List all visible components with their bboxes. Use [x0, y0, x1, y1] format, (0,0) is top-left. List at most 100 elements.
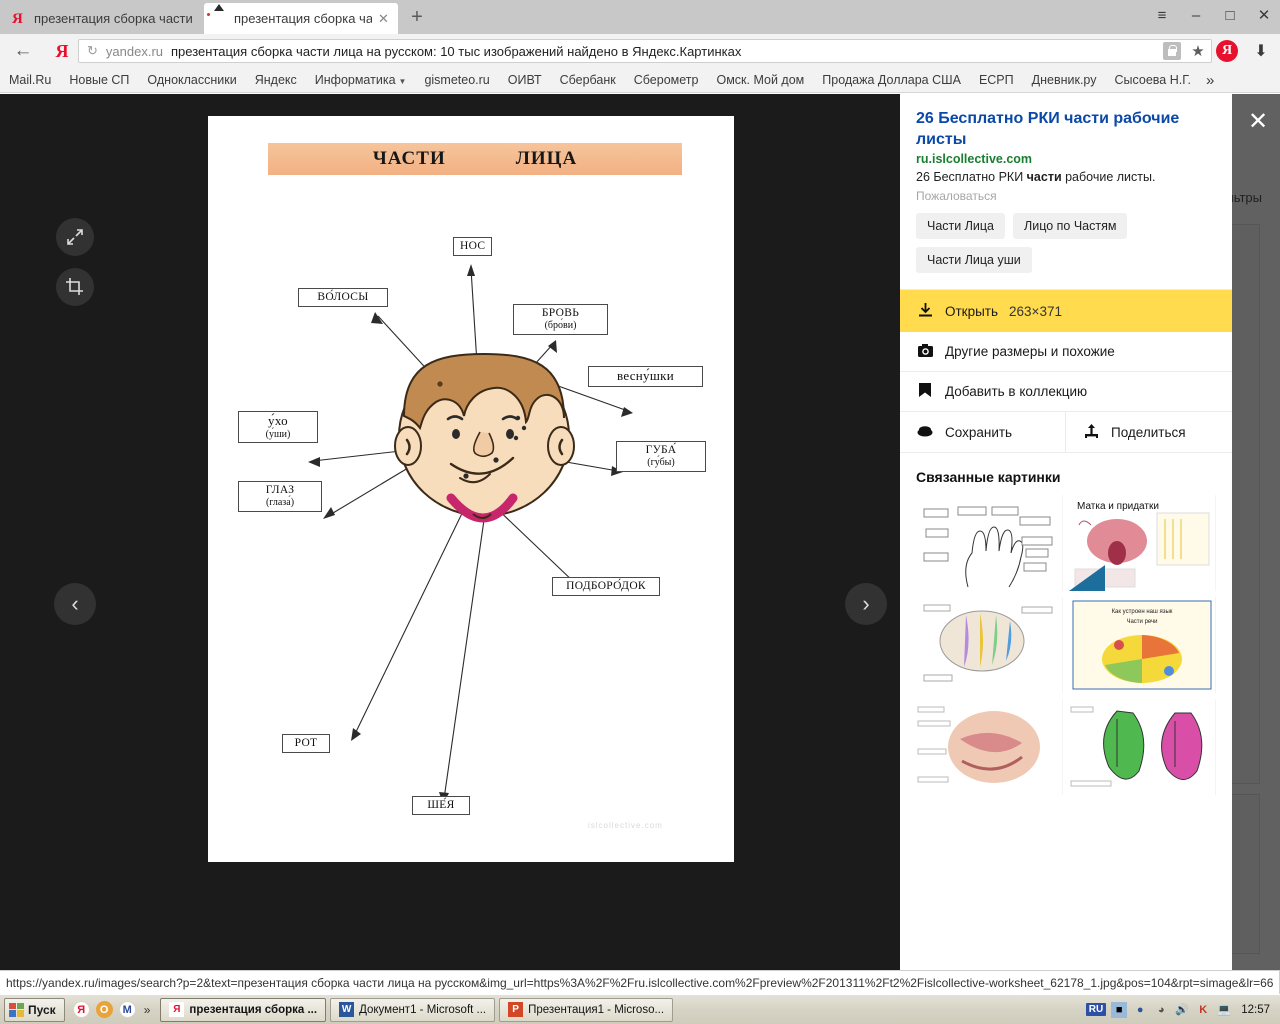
bookmark-sberbank[interactable]: Сбербанк — [551, 73, 625, 87]
related-image-leaves[interactable] — [1069, 699, 1216, 795]
desc-bold: части — [1026, 170, 1062, 184]
bookmark-dnevnik-ru[interactable]: Дневник.ру — [1023, 73, 1106, 87]
window-label: презентация сборка ... — [189, 1003, 318, 1016]
crop-icon[interactable] — [56, 268, 94, 306]
lock-icon[interactable] — [1163, 42, 1181, 60]
quick-launch-overflow[interactable]: » — [142, 1003, 153, 1017]
image-info-panel: 26 Бесплатно РКИ части рабочие листы ru.… — [900, 94, 1232, 970]
browser-tab-1[interactable]: Я презентация сборка части л — [4, 3, 200, 34]
related-image-uterus[interactable]: Матка и придатки — [1069, 495, 1216, 591]
image-viewer: ‹ › ЧАСТИ ЛИЦА НОС ВО́ЛОСЫ БРОВЬ (бро́ви… — [0, 94, 900, 1024]
bookmark-sysoeva[interactable]: Сысоева Н.Г. — [1105, 73, 1199, 87]
chip-chasti-litsa[interactable]: Части Лица — [916, 213, 1006, 239]
report-link[interactable]: Пожаловаться — [916, 189, 1216, 203]
windows-taskbar: Пуск Я O M » Я презентация сборка ... W … — [0, 994, 1280, 1024]
browser-nav-bar: ← Я ↻ yandex.ru презентация сборка части… — [0, 34, 1280, 68]
related-images-heading: Связанные картинки — [916, 469, 1061, 485]
bookmark-informatika[interactable]: Информатика ▼ — [306, 73, 416, 87]
minimize-icon[interactable]: – — [1186, 6, 1206, 26]
related-image-brain[interactable] — [916, 597, 1063, 693]
open-image-button[interactable]: Открыть 263×371 — [900, 290, 1232, 332]
related-image-mouth-anatomy[interactable] — [916, 699, 1063, 795]
taskbar-window-word[interactable]: W Документ1 - Microsoft ... — [330, 997, 496, 1022]
chevron-down-icon: ▼ — [398, 77, 407, 86]
speaker-icon[interactable]: 🔊 — [1174, 1002, 1190, 1018]
bookmark-label: Информатика — [314, 73, 396, 87]
label-sheya: ШЕ́Я — [412, 796, 470, 816]
back-button[interactable]: ← — [0, 40, 46, 62]
bookmark-oivt[interactable]: ОИВТ — [499, 73, 551, 87]
yandex-account-icon[interactable]: Я — [1216, 40, 1238, 62]
opera-icon[interactable]: O — [95, 1001, 113, 1018]
bookmark-mail-ru[interactable]: Mail.Ru — [0, 73, 60, 87]
close-window-icon[interactable]: ✕ — [1254, 6, 1274, 26]
related-image-tongue[interactable]: Как устроен наш язык Части речи — [1069, 597, 1216, 693]
close-icon[interactable]: ✕ — [378, 11, 390, 27]
previous-image-button[interactable]: ‹ — [54, 583, 96, 625]
related-image-hand[interactable] — [916, 495, 1063, 591]
download-icon — [916, 302, 934, 320]
bookmark-esrp[interactable]: ЕСРП — [970, 73, 1023, 87]
chip-chasti-litsa-ushi[interactable]: Части Лица уши — [916, 247, 1032, 273]
next-image-button[interactable]: › — [845, 583, 887, 625]
download-icon[interactable]: ⬇ — [1248, 41, 1274, 61]
add-to-collection-button[interactable]: Добавить в коллекцию — [900, 372, 1232, 412]
worksheet-diagram: ЧАСТИ ЛИЦА НОС ВО́ЛОСЫ БРОВЬ (бро́ви) ве… — [208, 116, 734, 862]
bookmark-sberometr[interactable]: Сберометр — [625, 73, 708, 87]
menu-icon[interactable]: ≡ — [1152, 6, 1172, 26]
new-tab-button[interactable]: + — [404, 6, 430, 30]
bookmarks-overflow-button[interactable]: » — [1200, 72, 1220, 89]
taskbar-window-browser[interactable]: Я презентация сборка ... — [160, 997, 327, 1022]
chip-litso-po-chastyam[interactable]: Лицо по Частям — [1013, 213, 1128, 239]
image-source-host[interactable]: ru.islcollective.com — [916, 152, 1216, 166]
maxthon-icon[interactable]: M — [118, 1001, 136, 1018]
kaspersky-icon[interactable]: ■ — [1111, 1001, 1128, 1018]
image-title-link[interactable]: 26 Бесплатно РКИ части рабочие листы — [916, 108, 1216, 150]
svg-text:Как устроен наш язык: Как устроен наш язык — [1112, 609, 1173, 615]
volume-icon[interactable]: ◕ — [1153, 1002, 1169, 1018]
label-nos: НОС — [453, 237, 493, 257]
k-icon[interactable]: K — [1195, 1002, 1211, 1018]
bookmark-yandex[interactable]: Яндекс — [246, 73, 306, 87]
fullscreen-icon[interactable] — [56, 218, 94, 256]
bookmark-star-icon[interactable]: ★ — [1189, 42, 1207, 60]
label-ukho: у́хо (у́ши) — [238, 411, 318, 444]
taskbar-window-powerpoint[interactable]: P Презентация1 - Microso... — [499, 997, 674, 1022]
bookmark-novye-sp[interactable]: Новые СП — [60, 73, 138, 87]
network-icon[interactable]: ● — [1132, 1002, 1148, 1018]
yandex-browser-icon: Я — [169, 1002, 185, 1017]
main-image[interactable]: ЧАСТИ ЛИЦА НОС ВО́ЛОСЫ БРОВЬ (бро́ви) ве… — [208, 116, 734, 862]
reload-icon[interactable]: ↻ — [87, 43, 98, 59]
label-glaz: ГЛАЗ (глаза́) — [238, 481, 322, 512]
svg-text:Матка и придатки: Матка и придатки — [1077, 501, 1159, 512]
monitor-icon[interactable]: 💻 — [1216, 1002, 1232, 1018]
start-label: Пуск — [28, 1002, 56, 1017]
maximize-icon[interactable]: □ — [1220, 6, 1240, 26]
browser-tab-2[interactable]: презентация сборка част ✕ — [204, 3, 398, 34]
bookmark-gismeteo[interactable]: gismeteo.ru — [415, 73, 498, 87]
word-icon: W — [339, 1002, 355, 1017]
window-label: Документ1 - Microsoft ... — [359, 1003, 487, 1016]
other-sizes-label: Другие размеры и похожие — [945, 344, 1115, 359]
image-icon — [212, 11, 228, 27]
camera-icon — [916, 343, 934, 360]
share-button[interactable]: Поделиться — [1066, 412, 1232, 452]
tab-title: презентация сборка част — [234, 11, 372, 26]
label-vesnushki: весну́шки — [588, 366, 703, 387]
window-label: Презентация1 - Microso... — [528, 1003, 665, 1016]
start-button[interactable]: Пуск — [4, 997, 65, 1022]
save-button[interactable]: Сохранить — [900, 412, 1066, 452]
label-guba: ГУБА́ (гу́бы) — [616, 441, 706, 472]
image-description: 26 Бесплатно РКИ части рабочие листы. — [916, 169, 1216, 186]
url-text: презентация сборка части лица на русском… — [171, 43, 742, 59]
address-bar[interactable]: ↻ yandex.ru презентация сборка части лиц… — [78, 39, 1212, 63]
bookmark-omsk-moy-dom[interactable]: Омск. Мой дом — [707, 73, 813, 87]
bookmark-odnoklassniki[interactable]: Одноклассники — [138, 73, 245, 87]
bookmark-prodazha-dollara[interactable]: Продажа Доллара США — [813, 73, 970, 87]
related-query-chips: Части Лица Лицо по Частям Части Лица уши — [916, 213, 1216, 273]
close-viewer-button[interactable]: ✕ — [1248, 110, 1268, 134]
save-share-row: Сохранить Поделиться — [900, 412, 1232, 453]
yandex-browser-icon[interactable]: Я — [72, 1001, 90, 1018]
language-indicator[interactable]: RU — [1085, 1003, 1107, 1016]
other-sizes-button[interactable]: Другие размеры и похожие — [900, 332, 1232, 372]
